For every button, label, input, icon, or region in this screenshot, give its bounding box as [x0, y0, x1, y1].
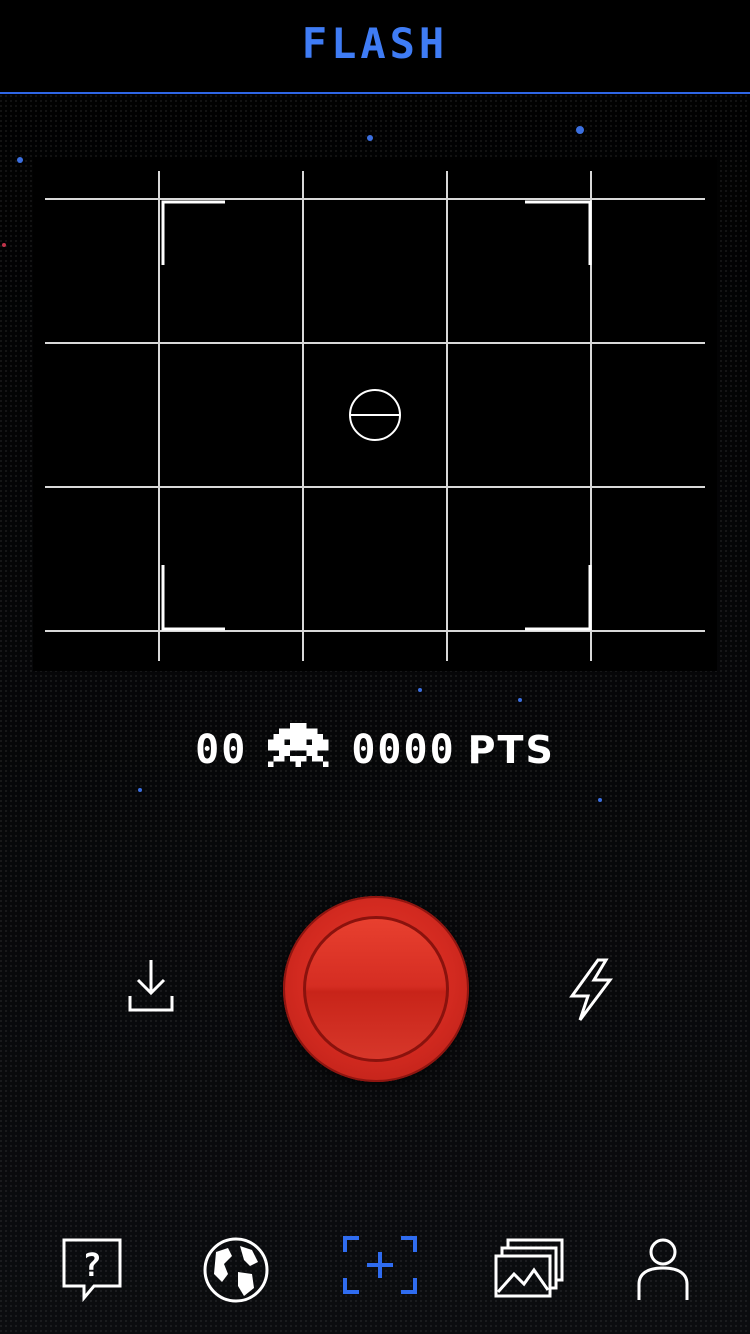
page-title: FLASH [301, 18, 449, 68]
capture-count: 00 [195, 727, 248, 773]
shutter-button[interactable] [283, 896, 469, 1082]
tab-world[interactable] [202, 1236, 270, 1308]
flash-bolt-icon [569, 958, 613, 1021]
corner-bracket-top-right [525, 200, 592, 265]
tab-profile[interactable] [637, 1236, 689, 1306]
shutter-button-inner [303, 916, 449, 1062]
svg-text:?: ? [82, 1246, 101, 1284]
space-invader-icon [263, 723, 333, 777]
points-value: 0000 [351, 727, 456, 773]
bottom-tab-bar: ? [0, 1200, 750, 1334]
download-icon [128, 960, 174, 1012]
corner-bracket-top-left [161, 200, 225, 265]
gallery-icon [494, 1238, 564, 1298]
tab-help[interactable]: ? [60, 1236, 124, 1310]
tab-scan[interactable] [343, 1236, 417, 1298]
app-header: FLASH [0, 0, 750, 94]
help-icon: ? [62, 1238, 122, 1303]
capture-controls [0, 880, 750, 1100]
points-unit: PTS [467, 728, 555, 772]
camera-viewfinder[interactable] [33, 157, 717, 671]
flash-toggle-button[interactable] [566, 958, 616, 1026]
focus-reticle-icon [349, 389, 401, 441]
camera-screen: FLASH 00 0000 PTS ? [0, 0, 750, 1334]
score-display: 00 0000 PTS [0, 723, 750, 777]
corner-bracket-bottom-right [525, 565, 592, 631]
globe-icon [203, 1237, 269, 1303]
profile-icon [637, 1238, 689, 1300]
corner-bracket-bottom-left [161, 565, 225, 631]
scan-add-icon [343, 1236, 417, 1294]
tab-gallery[interactable] [494, 1236, 566, 1302]
viewfinder-grid [45, 171, 705, 661]
download-button[interactable] [124, 958, 178, 1020]
